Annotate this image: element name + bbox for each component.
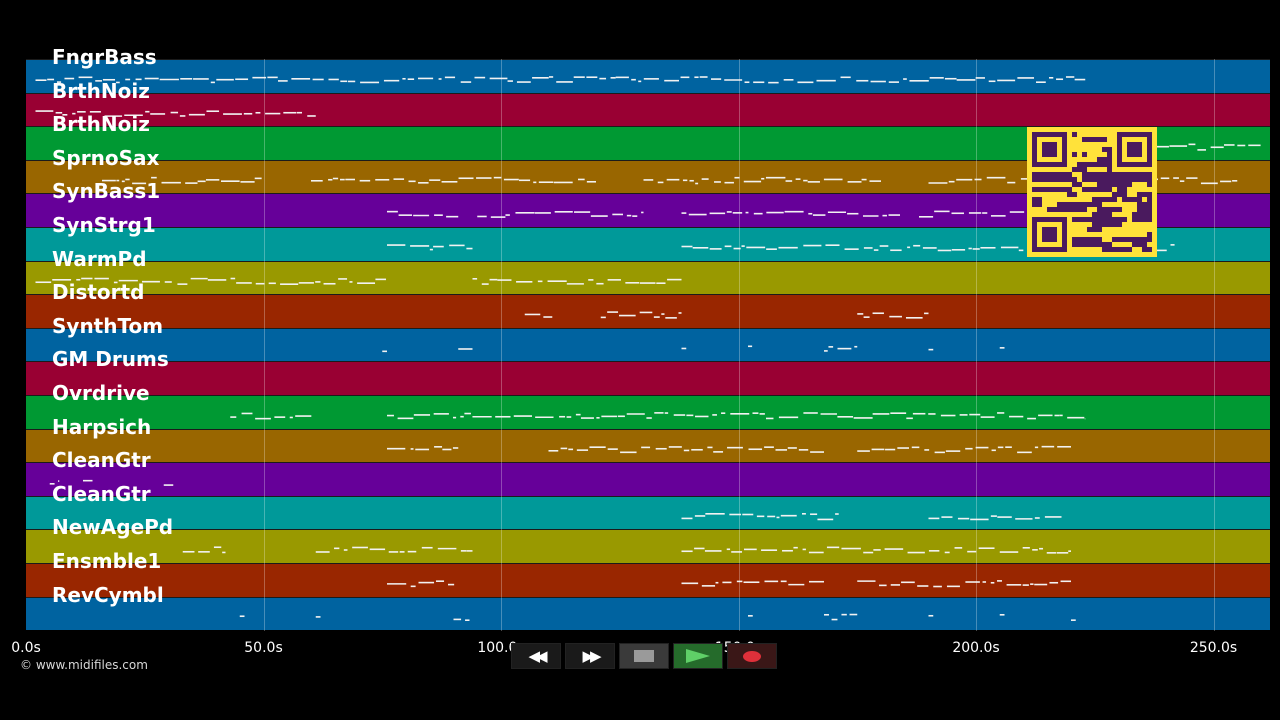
track-row[interactable] [26, 596, 1270, 631]
track-row[interactable] [26, 327, 1270, 362]
track-label: SynBass1 [52, 179, 161, 204]
track-row[interactable] [26, 294, 1270, 328]
tick-label: 250.0s [1189, 640, 1238, 656]
track-label: Harpsich [52, 414, 152, 439]
tick-label: 0.0s [11, 640, 41, 656]
track-row[interactable] [26, 395, 1270, 429]
transport-controls: ◀◀ ▶▶ [511, 643, 777, 669]
gridline [976, 59, 977, 631]
track-label: BrthNoiz [52, 78, 150, 103]
track-row[interactable] [26, 462, 1270, 496]
track-label: CleanGtr [52, 448, 151, 473]
track-row[interactable] [26, 495, 1270, 530]
record-button[interactable] [727, 643, 777, 669]
stop-button[interactable] [619, 643, 669, 669]
play-icon [686, 649, 710, 663]
track-label: SynthTom [52, 313, 164, 338]
fast-forward-button[interactable]: ▶▶ [565, 643, 615, 669]
track-label: SprnoSax [52, 145, 160, 170]
track-label: WarmPd [52, 246, 147, 271]
track-row[interactable] [26, 428, 1270, 463]
track-label: Ensmble1 [52, 549, 162, 573]
stop-icon [634, 650, 654, 662]
record-icon [743, 650, 761, 662]
track-row[interactable] [26, 92, 1270, 127]
track-label: CleanGtr [52, 481, 151, 506]
copyright-text: © www.midifiles.com [20, 658, 148, 672]
tick-label: 50.0s [244, 640, 283, 656]
rewind-button[interactable]: ◀◀ [511, 643, 561, 669]
track-label: RevCymbl [52, 582, 164, 607]
play-button[interactable] [673, 643, 723, 669]
track-label: GM Drums [52, 347, 169, 372]
rewind-icon: ◀◀ [528, 647, 547, 665]
track-label: FngrBass [52, 45, 157, 69]
track-label: Distortd [52, 280, 145, 305]
track-label: NewAgePd [52, 515, 174, 540]
track-row[interactable] [26, 59, 1270, 93]
gridline [738, 59, 740, 631]
track-row[interactable] [26, 361, 1270, 395]
track-row[interactable] [26, 563, 1270, 597]
track-row[interactable] [26, 260, 1270, 295]
gridline [1213, 59, 1215, 631]
tick-label: 200.0s [952, 640, 1000, 656]
fast-forward-icon: ▶▶ [582, 647, 601, 665]
gridline [501, 59, 502, 631]
qr-code [1027, 127, 1157, 257]
track-label: Ovrdrive [52, 381, 150, 405]
gridline [263, 59, 265, 631]
track-label: BrthNoiz [52, 112, 150, 137]
track-label: SynStrg1 [52, 213, 156, 237]
track-row[interactable] [26, 529, 1270, 563]
